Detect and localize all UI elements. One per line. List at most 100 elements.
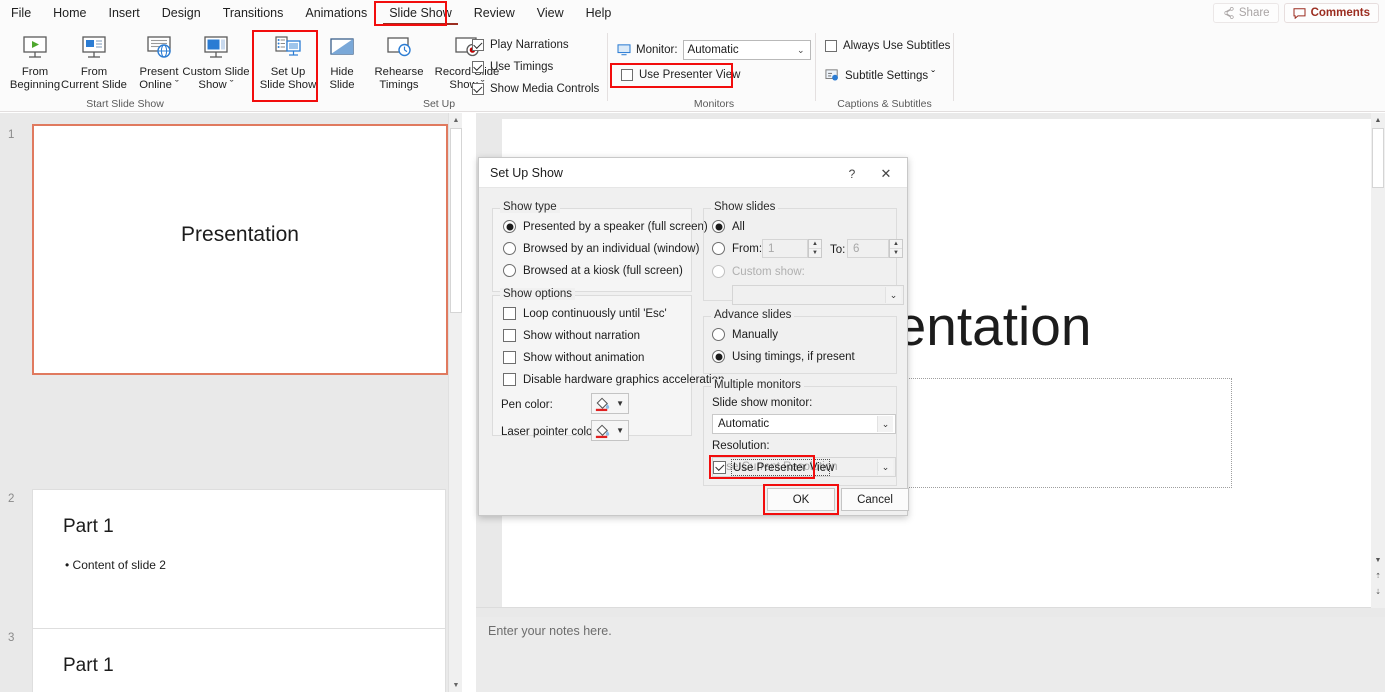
- show-media-controls-checkbox-box: [472, 83, 484, 95]
- radio-custom-show-dot: [712, 265, 725, 278]
- advance-slides-legend: Advance slides: [711, 309, 795, 321]
- radio-advance-manually[interactable]: Manually: [712, 328, 778, 341]
- main-scroll-up-icon[interactable]: ▲: [1371, 113, 1385, 127]
- main-scroll-down-icon[interactable]: ▼: [1371, 553, 1385, 567]
- tab-animations[interactable]: Animations: [294, 1, 378, 26]
- laser-pointer-color-button[interactable]: ▼: [591, 420, 629, 441]
- ribbon-use-presenter-view-checkbox[interactable]: Use Presenter View: [621, 69, 740, 81]
- window-right-actions: Share Comments: [1212, 3, 1379, 23]
- paint-bucket-icon: [594, 422, 611, 439]
- tab-view[interactable]: View: [526, 1, 575, 26]
- radio-presented-by-speaker[interactable]: Presented by a speaker (full screen): [503, 220, 708, 233]
- radio-browsed-at-kiosk[interactable]: Browsed at a kiosk (full screen): [503, 264, 683, 277]
- spinner-down-icon[interactable]: ▼: [809, 249, 821, 257]
- show-media-controls-checkbox[interactable]: Show Media Controls: [472, 83, 599, 95]
- tab-review[interactable]: Review: [463, 1, 526, 26]
- comment-bubble-icon: [1293, 7, 1306, 19]
- slide-show-monitor-combo[interactable]: Automatic ⌄: [712, 414, 896, 434]
- radio-custom-show[interactable]: Custom show:: [712, 265, 805, 278]
- checkbox-show-without-animation-label: Show without animation: [523, 351, 645, 364]
- powerpoint-window: File Home Insert Design Transitions Anim…: [0, 0, 1385, 692]
- main-scroll-thumb[interactable]: [1372, 128, 1384, 188]
- tab-design[interactable]: Design: [151, 1, 212, 26]
- next-slide-icon[interactable]: ⇣: [1371, 585, 1385, 599]
- help-icon[interactable]: ?: [841, 165, 863, 183]
- tab-file[interactable]: File: [0, 1, 42, 26]
- rehearse-timings-button[interactable]: Rehearse Timings: [367, 32, 431, 98]
- cancel-button[interactable]: Cancel: [841, 488, 909, 511]
- pen-color-button[interactable]: ▼: [591, 393, 629, 414]
- from-slide-input[interactable]: 1: [762, 239, 808, 258]
- checkbox-show-without-animation[interactable]: Show without animation: [503, 351, 644, 364]
- ribbon-tab-bar: File Home Insert Design Transitions Anim…: [0, 0, 1385, 27]
- show-options-legend: Show options: [500, 288, 576, 300]
- spinner-up-icon[interactable]: ▲: [809, 240, 821, 249]
- slide-show-monitor-label: Slide show monitor:: [712, 397, 813, 409]
- hide-slide-icon: [327, 32, 357, 64]
- dialog-use-presenter-view-checkbox[interactable]: Use Presenter View: [713, 461, 834, 474]
- to-slide-spinner[interactable]: ▲ ▼: [889, 239, 903, 258]
- dialog-title-bar: Set Up Show ? ✕: [479, 158, 907, 188]
- close-icon[interactable]: ✕: [875, 165, 897, 183]
- set-up-show-dialog[interactable]: Set Up Show ? ✕ Show type Presented by a…: [478, 157, 909, 516]
- ribbon-separator-4: [953, 33, 954, 101]
- main-scrollbar[interactable]: ▲ ▼ ⇡ ⇣: [1371, 113, 1385, 608]
- monitor-label: Monitor:: [636, 44, 678, 56]
- always-use-subtitles-checkbox[interactable]: Always Use Subtitles: [825, 40, 950, 52]
- checkbox-show-without-narration-box: [503, 329, 516, 342]
- tab-design-label: Design: [161, 6, 201, 20]
- thumbnail-pane-scrollbar[interactable]: ▲ ▼: [448, 113, 462, 692]
- radio-from-slides[interactable]: From:: [712, 242, 762, 255]
- from-beginning-line2: Beginning: [9, 78, 61, 91]
- checkbox-disable-hardware-acceleration[interactable]: Disable hardware graphics acceleration: [503, 373, 724, 386]
- scroll-up-arrow-icon[interactable]: ▲: [449, 113, 462, 127]
- comments-button[interactable]: Comments: [1283, 3, 1379, 23]
- notes-splitter[interactable]: [476, 607, 1385, 617]
- tab-home[interactable]: Home: [42, 1, 97, 26]
- use-timings-checkbox[interactable]: Use Timings: [472, 61, 553, 73]
- spinner-down-icon[interactable]: ▼: [890, 249, 902, 257]
- notes-pane[interactable]: Enter your notes here.: [476, 617, 1385, 692]
- from-current-slide-button[interactable]: From Current Slide: [56, 32, 132, 98]
- from-slide-spinner[interactable]: ▲ ▼: [808, 239, 822, 258]
- custom-slide-show-button[interactable]: Custom Slide Show ˇ: [181, 32, 251, 98]
- slide-thumbnail-pane[interactable]: 1 Presentation 2 Part 1 • Content of sli…: [0, 113, 462, 692]
- custom-show-combo[interactable]: ⌄: [732, 285, 904, 305]
- monitor-select[interactable]: Automatic ⌄: [682, 40, 811, 60]
- previous-slide-icon[interactable]: ⇡: [1371, 569, 1385, 583]
- tab-slide-show[interactable]: Slide Show: [378, 1, 463, 26]
- subtitle-settings-button[interactable]: Subtitle Settings ˇ: [825, 69, 935, 82]
- to-slide-input[interactable]: 6: [847, 239, 889, 258]
- tab-view-label: View: [536, 6, 564, 20]
- spinner-up-icon[interactable]: ▲: [890, 240, 902, 249]
- ribbon-use-presenter-view-box: [621, 69, 633, 81]
- tab-insert[interactable]: Insert: [98, 1, 151, 26]
- ok-button-label: OK: [792, 493, 810, 506]
- checkbox-loop-continuously[interactable]: Loop continuously until 'Esc': [503, 307, 667, 320]
- radio-advance-using-timings[interactable]: Using timings, if present: [712, 350, 855, 363]
- radio-all-slides[interactable]: All: [712, 220, 745, 233]
- hide-slide-button[interactable]: Hide Slide: [320, 32, 364, 98]
- show-slides-legend: Show slides: [711, 201, 779, 213]
- scroll-down-arrow-icon[interactable]: ▼: [449, 678, 462, 692]
- share-button[interactable]: Share: [1212, 3, 1279, 23]
- play-narrations-checkbox[interactable]: Play Narrations: [472, 39, 569, 51]
- thumbnail-slide-1[interactable]: Presentation: [32, 124, 448, 375]
- set-up-slide-show-button[interactable]: Set Up Slide Show: [255, 32, 321, 98]
- ok-button[interactable]: OK: [767, 488, 835, 511]
- rehearse-timings-icon: [384, 32, 414, 64]
- radio-browsed-by-individual[interactable]: Browsed by an individual (window): [503, 242, 699, 255]
- thumbnail-scroll-thumb[interactable]: [450, 128, 462, 313]
- checkbox-show-without-narration[interactable]: Show without narration: [503, 329, 640, 342]
- show-slides-group: Show slides All From: 1 ▲ ▼ To: 6 ▲ ▼ Cu…: [703, 201, 904, 305]
- play-narrations-checkbox-box: [472, 39, 484, 51]
- checkbox-disable-hardware-acceleration-box: [503, 373, 516, 386]
- thumbnail-slide-3[interactable]: Part 1: [32, 628, 446, 692]
- dialog-use-presenter-view-box: [713, 461, 726, 474]
- chevron-down-icon: ⌄: [877, 416, 893, 432]
- tab-transitions[interactable]: Transitions: [212, 1, 295, 26]
- monitor-icon: [617, 44, 631, 56]
- tab-help[interactable]: Help: [575, 1, 623, 26]
- present-online-button[interactable]: Present Online ˇ: [133, 32, 185, 98]
- show-type-legend: Show type: [500, 201, 560, 213]
